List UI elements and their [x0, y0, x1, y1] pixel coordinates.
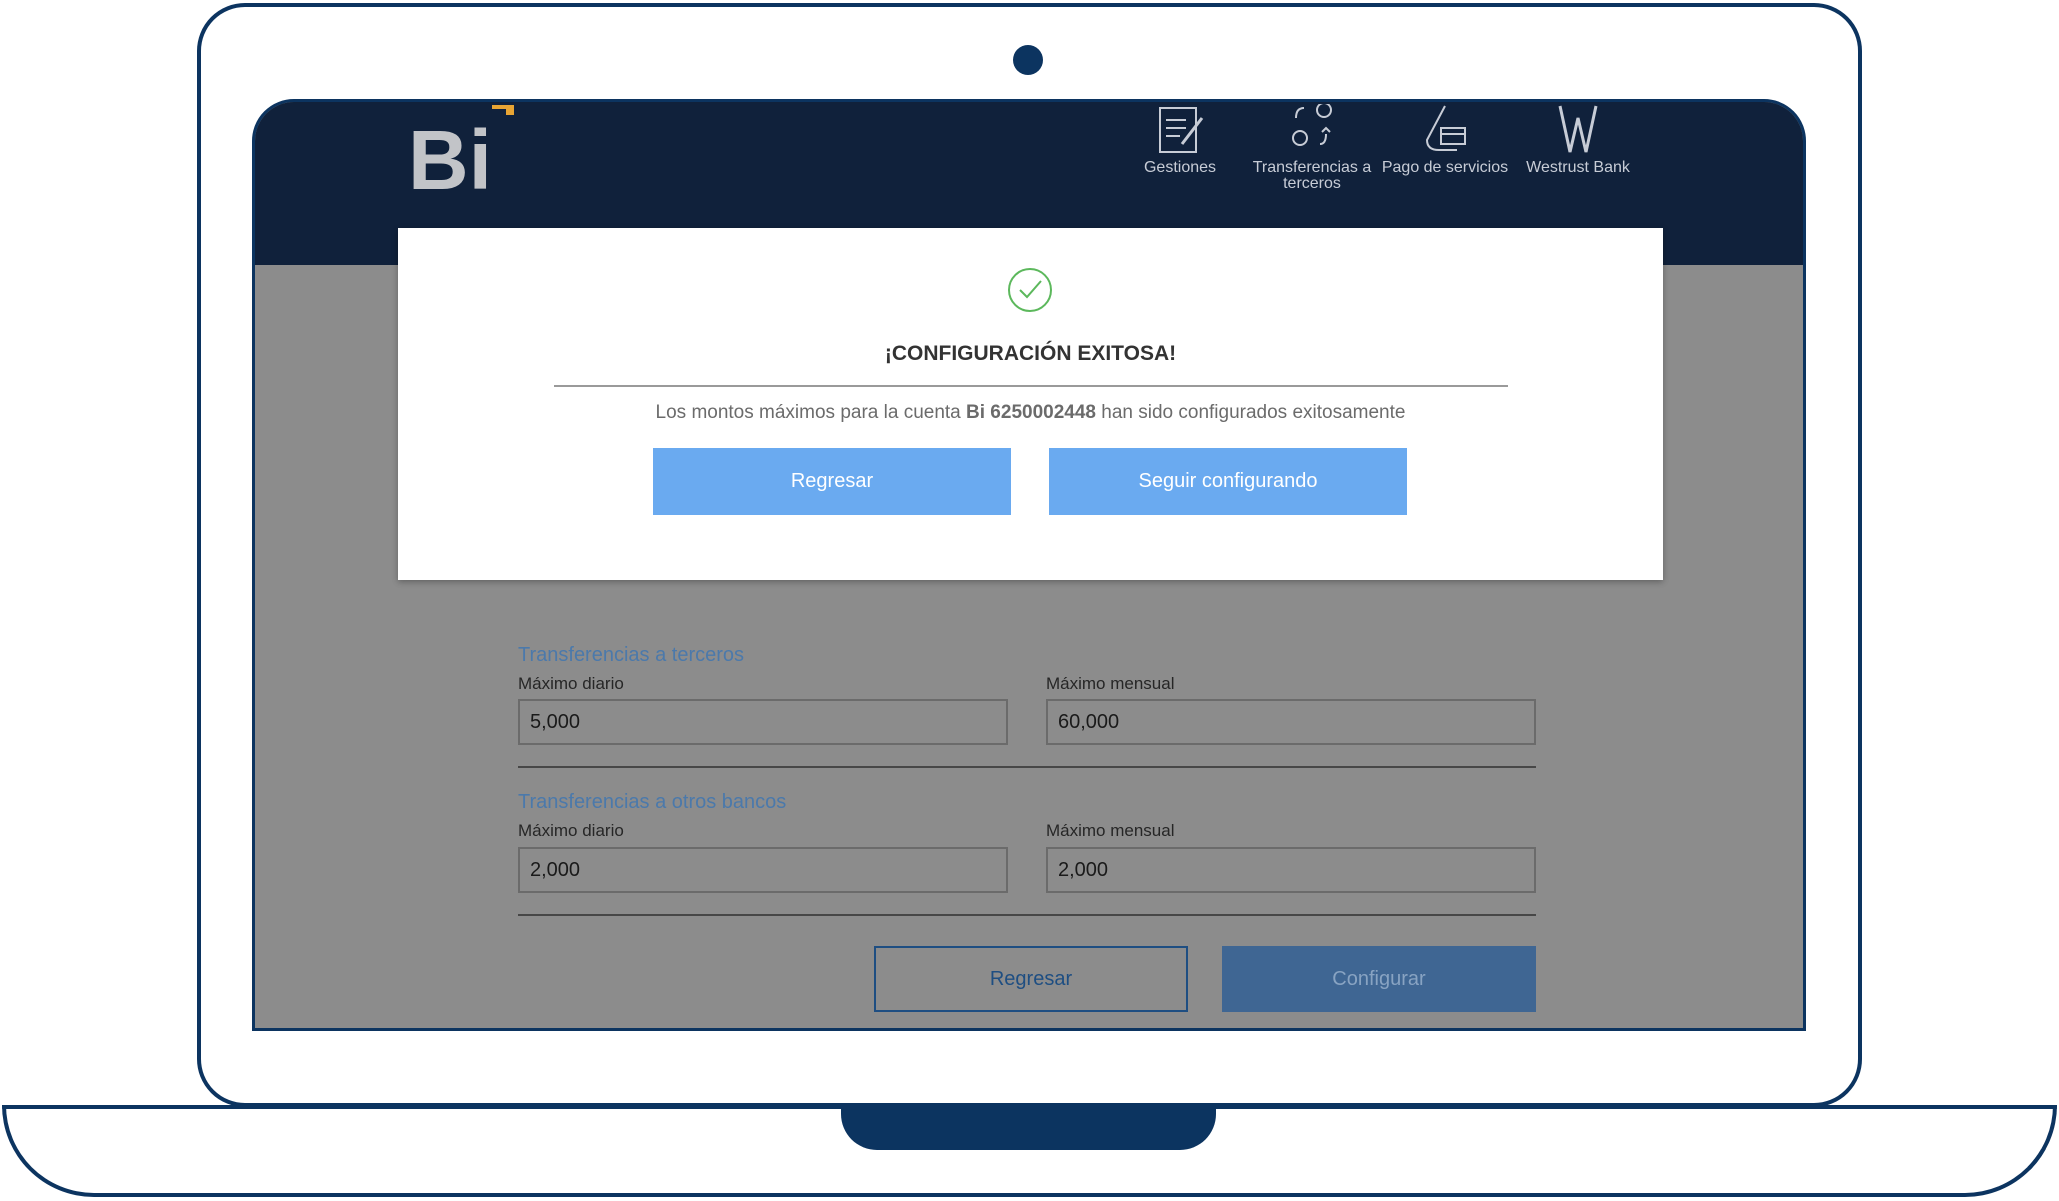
section-title-otros-bancos: Transferencias a otros bancos — [518, 791, 787, 813]
bi-logo[interactable]: Bi — [408, 105, 520, 207]
terceros-monthly-input[interactable]: 60,000 — [1046, 699, 1536, 745]
continue-config-button[interactable]: Seguir configurando — [1049, 448, 1407, 515]
modal-back-button[interactable]: Regresar — [653, 448, 1011, 515]
nav-label: Transferencias a terceros — [1252, 159, 1372, 192]
nav-label: Westrust Bank — [1526, 159, 1630, 176]
document-edit-icon — [1159, 107, 1204, 153]
divider — [518, 766, 1536, 768]
webcam-icon — [1013, 45, 1043, 75]
configure-button[interactable]: Configurar — [1222, 946, 1536, 1012]
terceros-daily-input[interactable]: 5,000 — [518, 699, 1008, 745]
nav-label: Pago de servicios — [1381, 159, 1509, 176]
monthly-label: Máximo mensual — [1046, 821, 1175, 840]
westrust-logo-icon — [1558, 105, 1598, 153]
screen: Bi Gestiones Transferencias a terceros P… — [252, 99, 1806, 1031]
daily-label: Máximo diario — [518, 821, 624, 840]
account-number: Bi 6250002448 — [966, 402, 1096, 423]
modal-title: ¡CONFIGURACIÓN EXITOSA! — [884, 342, 1177, 365]
message-suffix: han sido configurados exitosamente — [1101, 402, 1406, 423]
nav-label: Gestiones — [1143, 159, 1217, 176]
message-prefix: Los montos máximos para la cuenta — [655, 402, 961, 423]
service-payment-icon — [1425, 105, 1466, 151]
daily-label: Máximo diario — [518, 674, 624, 693]
divider — [518, 914, 1536, 916]
success-modal: ¡CONFIGURACIÓN EXITOSA! Los montos máxim… — [398, 228, 1663, 580]
otros-daily-input[interactable]: 2,000 — [518, 847, 1008, 893]
back-button[interactable]: Regresar — [874, 946, 1188, 1012]
otros-monthly-input[interactable]: 2,000 — [1046, 847, 1536, 893]
modal-message: Los montos máximos para la cuenta Bi 625… — [398, 402, 1663, 424]
monthly-label: Máximo mensual — [1046, 674, 1175, 693]
transfer-icon — [1292, 104, 1332, 146]
check-circle-icon — [1008, 268, 1052, 312]
laptop-notch — [841, 1105, 1216, 1150]
section-title-terceros: Transferencias a terceros — [518, 644, 745, 666]
logo-text: Bi — [408, 113, 492, 203]
modal-divider — [554, 385, 1508, 387]
